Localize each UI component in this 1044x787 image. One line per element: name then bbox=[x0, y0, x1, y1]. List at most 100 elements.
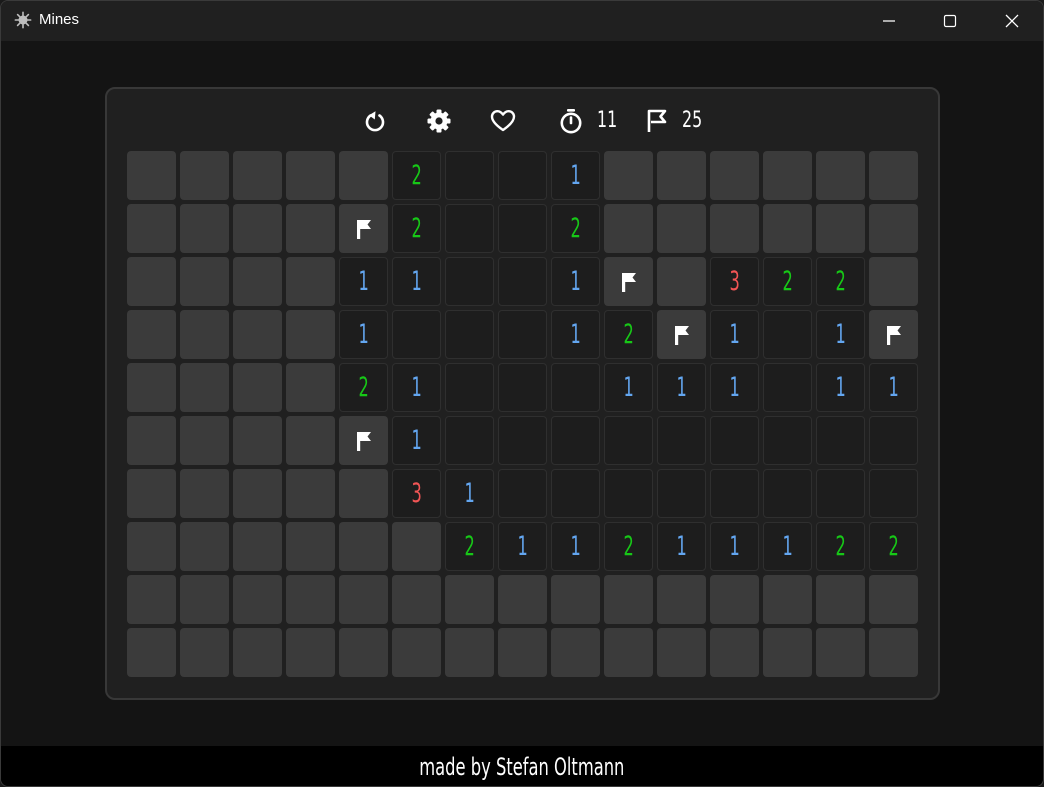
cell-hidden[interactable] bbox=[286, 257, 335, 306]
cell-hidden[interactable] bbox=[286, 416, 335, 465]
cell-hidden[interactable] bbox=[710, 575, 759, 624]
cell-hidden[interactable] bbox=[498, 575, 547, 624]
cell-hidden[interactable] bbox=[127, 257, 176, 306]
cell-hidden[interactable] bbox=[816, 151, 865, 200]
cell-number[interactable]: 2 bbox=[869, 522, 918, 571]
cell-empty[interactable] bbox=[763, 469, 812, 518]
cell-hidden[interactable] bbox=[127, 575, 176, 624]
cell-hidden[interactable] bbox=[869, 257, 918, 306]
cell-empty[interactable] bbox=[551, 416, 600, 465]
cell-number[interactable]: 1 bbox=[551, 522, 600, 571]
cell-empty[interactable] bbox=[551, 363, 600, 412]
cell-hidden[interactable] bbox=[604, 575, 653, 624]
cell-number[interactable]: 1 bbox=[657, 522, 706, 571]
cell-hidden[interactable] bbox=[286, 469, 335, 518]
cell-empty[interactable] bbox=[445, 363, 494, 412]
cell-empty[interactable] bbox=[657, 469, 706, 518]
cell-hidden[interactable] bbox=[127, 522, 176, 571]
cell-hidden[interactable] bbox=[551, 575, 600, 624]
close-button[interactable] bbox=[981, 1, 1043, 41]
cell-empty[interactable] bbox=[869, 416, 918, 465]
cell-number[interactable]: 1 bbox=[551, 310, 600, 359]
cell-hidden[interactable] bbox=[763, 575, 812, 624]
cell-number[interactable]: 2 bbox=[763, 257, 812, 306]
cell-number[interactable]: 1 bbox=[392, 416, 441, 465]
cell-empty[interactable] bbox=[710, 469, 759, 518]
cell-hidden[interactable] bbox=[763, 204, 812, 253]
cell-flagged[interactable] bbox=[657, 310, 706, 359]
cell-number[interactable]: 2 bbox=[604, 522, 653, 571]
cell-number[interactable]: 2 bbox=[339, 363, 388, 412]
cell-hidden[interactable] bbox=[233, 204, 282, 253]
cell-number[interactable]: 2 bbox=[551, 204, 600, 253]
cell-hidden[interactable] bbox=[657, 575, 706, 624]
cell-number[interactable]: 2 bbox=[604, 310, 653, 359]
cell-number[interactable]: 1 bbox=[710, 310, 759, 359]
cell-hidden[interactable] bbox=[233, 363, 282, 412]
favorite-button[interactable] bbox=[489, 107, 517, 135]
cell-hidden[interactable] bbox=[816, 628, 865, 677]
cell-number[interactable]: 1 bbox=[710, 363, 759, 412]
cell-empty[interactable] bbox=[869, 469, 918, 518]
cell-hidden[interactable] bbox=[127, 469, 176, 518]
cell-hidden[interactable] bbox=[657, 257, 706, 306]
cell-hidden[interactable] bbox=[127, 628, 176, 677]
cell-hidden[interactable] bbox=[763, 151, 812, 200]
cell-empty[interactable] bbox=[445, 416, 494, 465]
cell-hidden[interactable] bbox=[339, 151, 388, 200]
cell-number[interactable]: 1 bbox=[551, 151, 600, 200]
cell-hidden[interactable] bbox=[816, 575, 865, 624]
cell-number[interactable]: 1 bbox=[339, 310, 388, 359]
cell-hidden[interactable] bbox=[286, 628, 335, 677]
cell-empty[interactable] bbox=[816, 469, 865, 518]
cell-empty[interactable] bbox=[445, 257, 494, 306]
cell-empty[interactable] bbox=[498, 416, 547, 465]
cell-hidden[interactable] bbox=[710, 151, 759, 200]
cell-number[interactable]: 2 bbox=[445, 522, 494, 571]
cell-hidden[interactable] bbox=[180, 310, 229, 359]
cell-hidden[interactable] bbox=[869, 628, 918, 677]
cell-hidden[interactable] bbox=[233, 575, 282, 624]
cell-number[interactable]: 1 bbox=[710, 522, 759, 571]
cell-number[interactable]: 2 bbox=[816, 522, 865, 571]
cell-hidden[interactable] bbox=[180, 469, 229, 518]
cell-hidden[interactable] bbox=[127, 204, 176, 253]
cell-flagged[interactable] bbox=[339, 416, 388, 465]
cell-hidden[interactable] bbox=[657, 151, 706, 200]
cell-hidden[interactable] bbox=[127, 151, 176, 200]
cell-number[interactable]: 1 bbox=[604, 363, 653, 412]
cell-empty[interactable] bbox=[604, 469, 653, 518]
cell-flagged[interactable] bbox=[604, 257, 653, 306]
cell-hidden[interactable] bbox=[180, 204, 229, 253]
cell-number[interactable]: 1 bbox=[816, 310, 865, 359]
cell-hidden[interactable] bbox=[445, 628, 494, 677]
cell-number[interactable]: 1 bbox=[763, 522, 812, 571]
cell-hidden[interactable] bbox=[551, 628, 600, 677]
cell-empty[interactable] bbox=[445, 204, 494, 253]
cell-hidden[interactable] bbox=[233, 469, 282, 518]
cell-hidden[interactable] bbox=[604, 204, 653, 253]
cell-empty[interactable] bbox=[763, 416, 812, 465]
cell-hidden[interactable] bbox=[180, 522, 229, 571]
cell-hidden[interactable] bbox=[392, 522, 441, 571]
cell-hidden[interactable] bbox=[604, 628, 653, 677]
cell-empty[interactable] bbox=[445, 310, 494, 359]
cell-empty[interactable] bbox=[763, 310, 812, 359]
cell-number[interactable]: 1 bbox=[445, 469, 494, 518]
cell-empty[interactable] bbox=[763, 363, 812, 412]
cell-number[interactable]: 1 bbox=[392, 257, 441, 306]
maximize-button[interactable] bbox=[919, 1, 981, 41]
cell-hidden[interactable] bbox=[763, 628, 812, 677]
cell-empty[interactable] bbox=[498, 310, 547, 359]
cell-number[interactable]: 1 bbox=[498, 522, 547, 571]
cell-number[interactable]: 1 bbox=[657, 363, 706, 412]
cell-hidden[interactable] bbox=[710, 628, 759, 677]
restart-button[interactable] bbox=[361, 107, 389, 135]
cell-flagged[interactable] bbox=[869, 310, 918, 359]
cell-hidden[interactable] bbox=[710, 204, 759, 253]
cell-hidden[interactable] bbox=[180, 628, 229, 677]
cell-hidden[interactable] bbox=[180, 575, 229, 624]
cell-hidden[interactable] bbox=[816, 204, 865, 253]
cell-hidden[interactable] bbox=[286, 310, 335, 359]
cell-hidden[interactable] bbox=[233, 416, 282, 465]
